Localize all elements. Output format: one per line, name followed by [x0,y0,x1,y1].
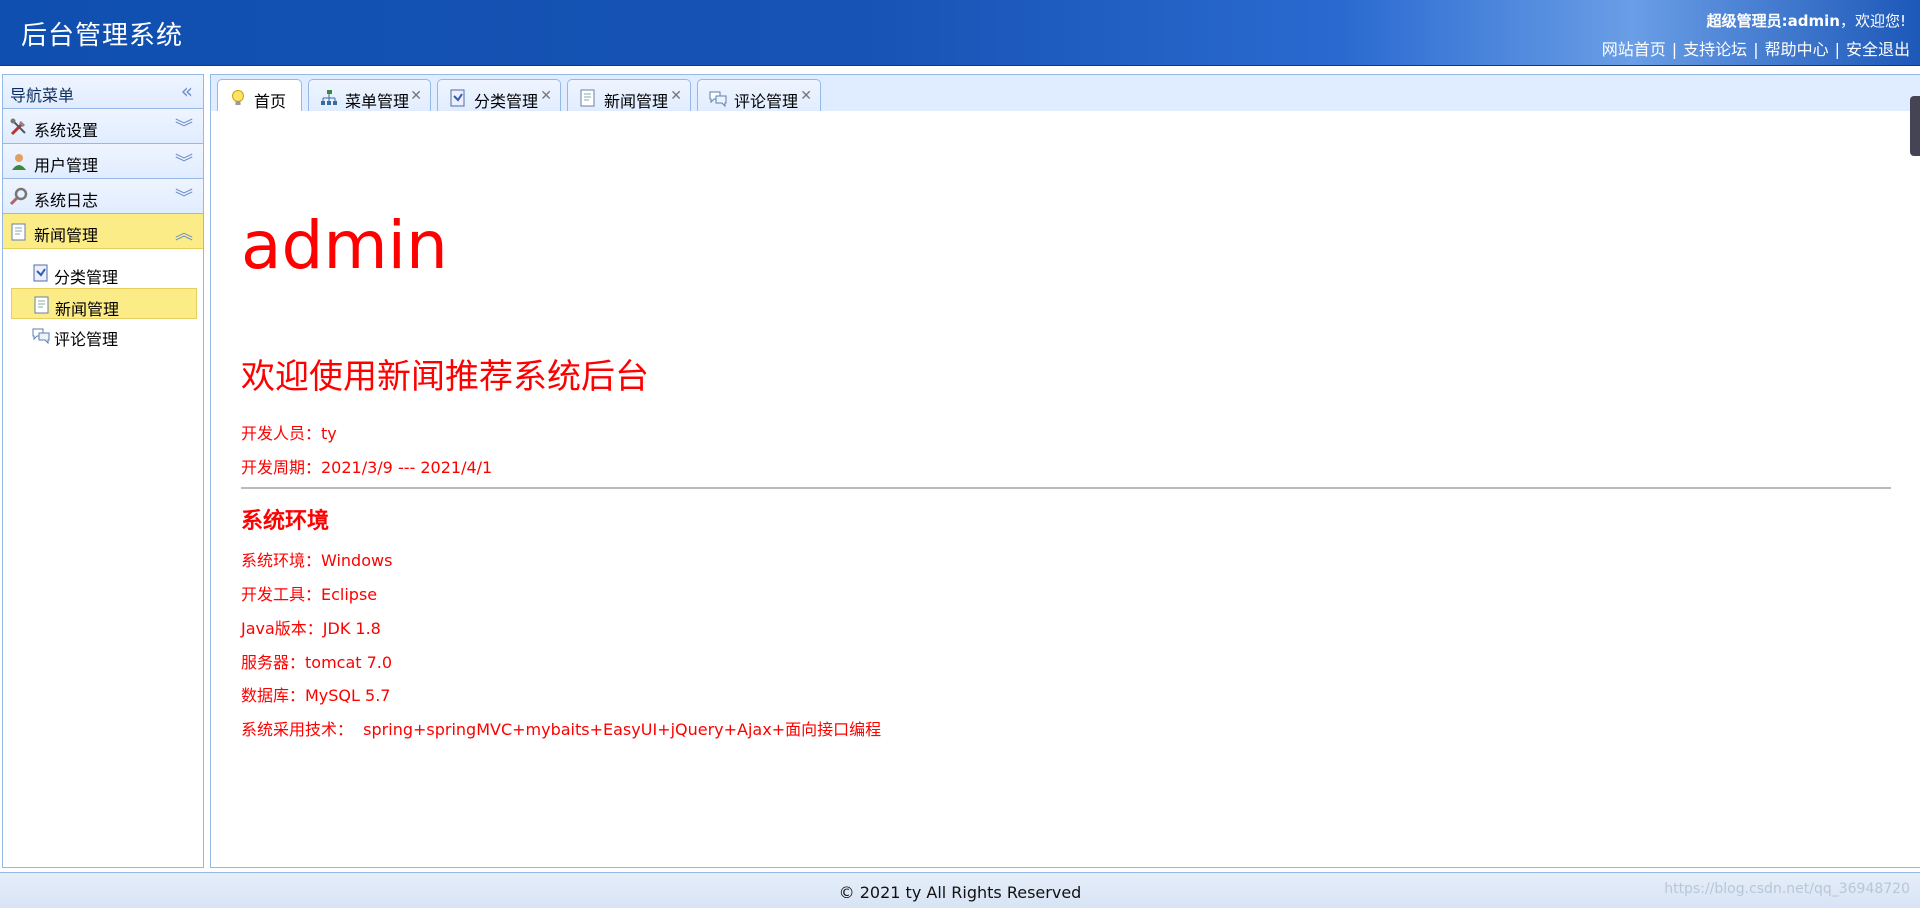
section-label: 用户管理 [34,156,99,175]
env-java: Java版本：JDK 1.8 [241,619,381,638]
tree-icon [321,90,337,105]
home-content-panel: admin 欢迎使用新闻推荐系统后台 开发人员：ty 开发周期：2021/3/9… [210,111,1920,868]
category-icon [33,264,48,282]
section-label: 新闻管理 [34,226,99,245]
admin-heading: admin [241,207,448,284]
footer: © 2021 ty All Rights Reserved https://bl… [0,872,1920,908]
sidebar-section-user-management[interactable]: 用户管理 ︾ [3,144,203,179]
env-ide: 开发工具：Eclipse [241,585,378,604]
sidebar-item-comment-management[interactable]: 评论管理 [3,319,203,350]
user-icon [12,154,26,170]
sidebar-title: 导航菜单 [10,86,75,105]
app-header: 后台管理系统 超级管理员:admin，欢迎您! 网站首页 | 支持论坛 | 帮助中心 | 安… [0,0,1920,66]
tab-home[interactable]: 首页 [217,79,302,114]
sidebar-header: 导航菜单 « [3,75,203,109]
welcome-text: 超级管理员:admin，欢迎您! [1707,10,1906,31]
welcome-role: 超级管理员:admin [1706,12,1840,30]
tab-comment-management[interactable]: 评论管理 ✕ [697,79,821,113]
tab-bar: 首页 菜单管理 ✕ 分类管理 ✕ 新闻管理 ✕ 评论管理 ✕ [210,74,1920,114]
nav-sidebar: 导航菜单 « 系统设置 ︾ 用户管理 ︾ 系统日志 ︾ 新闻管理 ︽ 分类管理 … [2,74,204,868]
sidebar-section-system-settings[interactable]: 系统设置 ︾ [3,109,203,144]
comment-icon [32,328,50,345]
header-links: 网站首页 | 支持论坛 | 帮助中心 | 安全退出 [1601,40,1910,59]
app-title: 后台管理系统 [21,21,184,51]
chevron-up-icon: ︽ [175,223,193,244]
welcome-heading: 欢迎使用新闻推荐系统后台 [241,357,649,397]
env-heading: 系统环境 [241,509,330,534]
watermark-text: https://blog.csdn.net/qq_36948720 [1664,881,1910,897]
tab-category-management[interactable]: 分类管理 ✕ [437,79,561,113]
tab-news-management[interactable]: 新闻管理 ✕ [567,79,691,113]
collapse-sidebar-icon[interactable]: « [181,79,193,103]
sidebar-item-category-management[interactable]: 分类管理 [3,257,203,288]
section-label: 系统设置 [34,121,99,140]
close-tab-icon[interactable]: ✕ [800,88,812,104]
tab-label: 分类管理 [474,92,539,111]
divider [241,487,1891,489]
category-icon [450,89,465,107]
close-tab-icon[interactable]: ✕ [540,88,552,104]
sidebar-item-label: 分类管理 [54,268,119,287]
news-doc-icon [580,89,595,107]
news-icon [11,223,26,241]
chevron-down-icon: ︾ [175,188,193,209]
tab-label: 新闻管理 [604,92,669,111]
env-tech: 系统采用技术： spring+springMVC+mybaits+EasyUI+… [241,720,882,739]
tab-label: 首页 [254,92,287,111]
env-server: 服务器：tomcat 7.0 [241,653,393,672]
link-site-home[interactable]: 网站首页 [1602,40,1666,59]
chevron-down-icon: ︾ [175,153,193,174]
welcome-suffix: ，欢迎您! [1839,12,1906,30]
developer-text: 开发人员：ty [241,424,337,443]
comment-icon [709,91,727,108]
env-database: 数据库：MySQL 5.7 [241,686,391,705]
tab-label: 菜单管理 [345,92,410,111]
sidebar-item-label: 新闻管理 [55,300,120,319]
close-tab-icon[interactable]: ✕ [670,88,682,104]
tools-icon [10,118,26,136]
scroll-handle[interactable] [1910,96,1920,156]
magnifier-icon [9,187,28,206]
chevron-down-icon: ︾ [175,118,193,139]
tab-menu-management[interactable]: 菜单管理 ✕ [308,79,431,113]
section-label: 系统日志 [34,191,99,210]
link-help-center[interactable]: 帮助中心 [1765,40,1829,59]
env-os: 系统环境：Windows [241,551,393,570]
link-support-forum[interactable]: 支持论坛 [1683,40,1747,59]
sidebar-item-news-management[interactable]: 新闻管理 [11,288,197,319]
sidebar-section-system-log[interactable]: 系统日志 ︾ [3,179,203,214]
news-doc-icon [34,296,49,314]
copyright-text: © 2021 ty All Rights Reserved [838,883,1082,902]
period-text: 开发周期：2021/3/9 --- 2021/4/1 [241,458,493,477]
sidebar-item-label: 评论管理 [54,330,119,349]
link-logout[interactable]: 安全退出 [1846,40,1910,59]
lightbulb-icon [232,90,244,105]
sidebar-section-news-management[interactable]: 新闻管理 ︽ [3,214,203,249]
close-tab-icon[interactable]: ✕ [410,88,422,104]
tab-label: 评论管理 [734,92,799,111]
